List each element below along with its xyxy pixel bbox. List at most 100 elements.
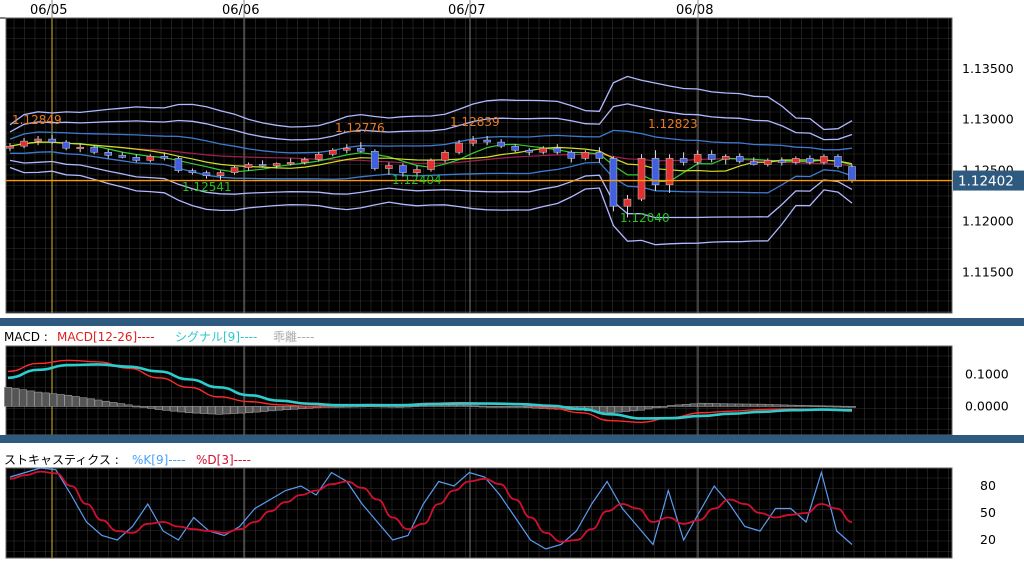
date-label: 06/06 (222, 3, 259, 18)
histogram-bar (184, 406, 193, 414)
date-label: 06/07 (448, 3, 485, 18)
histogram-bar (86, 398, 95, 407)
panel-divider-1[interactable] (0, 318, 1024, 326)
histogram-bar (501, 406, 510, 408)
candle-body (693, 154, 702, 163)
price-annotation: 1.12040 (620, 211, 670, 225)
histogram-bar (772, 404, 781, 407)
histogram-bar (795, 404, 804, 407)
candle-body (230, 167, 239, 173)
candle-body (848, 166, 856, 182)
candle-body (357, 147, 365, 152)
candle-body (90, 146, 98, 153)
macd-panel[interactable]: MACD : MACD[12-26]---- シグナル[9]---- 乖離---- 0.… (4, 330, 1009, 436)
candle-body (202, 172, 211, 176)
candle-body (174, 158, 183, 171)
histogram-bar (252, 406, 261, 413)
histogram-bar (49, 393, 58, 407)
candle-body (581, 152, 590, 159)
candle-body (637, 158, 646, 200)
price-tick-label: 1.11500 (962, 264, 1014, 279)
histogram-bar (802, 405, 811, 407)
panel-divider-2[interactable] (0, 435, 1024, 443)
current-price-label: 1.12402 (958, 174, 1014, 190)
candle-body (286, 162, 295, 165)
histogram-bar (667, 405, 676, 407)
candle-body (707, 154, 716, 160)
histogram-bar (177, 406, 186, 413)
histogram-bar (697, 402, 706, 407)
histogram-bar (629, 406, 638, 412)
candle-body (806, 158, 814, 163)
candle-body (595, 152, 604, 159)
candle-body (441, 152, 449, 161)
histogram-bar (290, 406, 299, 410)
histogram-bar (147, 406, 156, 409)
price-annotation: 1.12404 (392, 173, 442, 187)
histogram-bar (516, 406, 525, 408)
histogram-bar (94, 399, 103, 407)
histogram-bar (139, 406, 148, 408)
candle-body (539, 147, 548, 153)
candle-body (483, 139, 491, 143)
histogram-bar (230, 406, 238, 414)
histogram-bar (275, 406, 284, 411)
histogram-bar (719, 403, 728, 407)
candle-body (778, 160, 786, 163)
histogram-bar (471, 405, 480, 408)
histogram-bar (637, 406, 645, 411)
candle-body (511, 145, 519, 151)
histogram-bar (215, 406, 223, 415)
histogram-bar (727, 403, 736, 407)
histogram-bar (237, 406, 246, 414)
price-panel[interactable]: 1.12849 1.12541 1.12776 1.12404 1.12839 1.120… (5, 17, 1024, 314)
histogram-bar (26, 390, 35, 407)
candle-body (735, 156, 744, 162)
histogram-bar (4, 387, 12, 407)
histogram-bar (478, 405, 487, 408)
candle-body (399, 165, 407, 173)
candle-body (132, 157, 141, 161)
macd-tick-label: 0.0000 (965, 398, 1009, 413)
histogram-bar (124, 404, 133, 407)
stochastics-panel[interactable]: ストキャスティクス : %K[9]---- %D[3]---- 80 50 20 (4, 453, 996, 559)
candle-body (553, 147, 562, 153)
macd-background (6, 346, 952, 435)
candle-body (6, 145, 14, 149)
histogram-bar (328, 406, 336, 408)
candle-body (525, 149, 533, 153)
date-axis: 06/05 06/06 06/07 06/08 (0, 0, 952, 19)
histogram-bar (848, 406, 856, 408)
macd-title: MACD : (4, 330, 48, 344)
price-tick-label: 1.13000 (962, 112, 1014, 127)
candle-body (48, 138, 56, 143)
histogram-bar (659, 406, 668, 408)
histogram-bar (787, 404, 796, 407)
histogram-bar (810, 405, 819, 407)
candle-body (679, 158, 688, 163)
histogram-bar (34, 391, 43, 407)
histogram-bar (19, 389, 27, 407)
histogram-bar (41, 392, 50, 407)
price-annotation: 1.12839 (450, 115, 500, 129)
histogram-bar (169, 406, 178, 412)
histogram-bar (117, 403, 125, 407)
histogram-bar (606, 406, 615, 414)
candle-body (834, 156, 842, 167)
candle-body (792, 158, 800, 163)
candle-body (216, 172, 225, 176)
histogram-bar (395, 406, 404, 408)
stoch-tick-label: 20 (980, 532, 996, 547)
stoch-d-legend: %D[3]---- (196, 453, 251, 467)
candle-body (750, 161, 758, 165)
price-tick-label: 1.12000 (962, 213, 1014, 228)
price-annotation: 1.12776 (335, 121, 385, 135)
histogram-bar (456, 404, 465, 407)
candle-body (371, 151, 379, 169)
divergence-legend: 乖離---- (273, 330, 314, 344)
histogram-bar (260, 406, 269, 412)
histogram-bar (267, 406, 276, 412)
stoch-k-legend: %K[9]---- (132, 453, 186, 467)
candle-body (427, 160, 435, 170)
histogram-bar (825, 405, 834, 408)
